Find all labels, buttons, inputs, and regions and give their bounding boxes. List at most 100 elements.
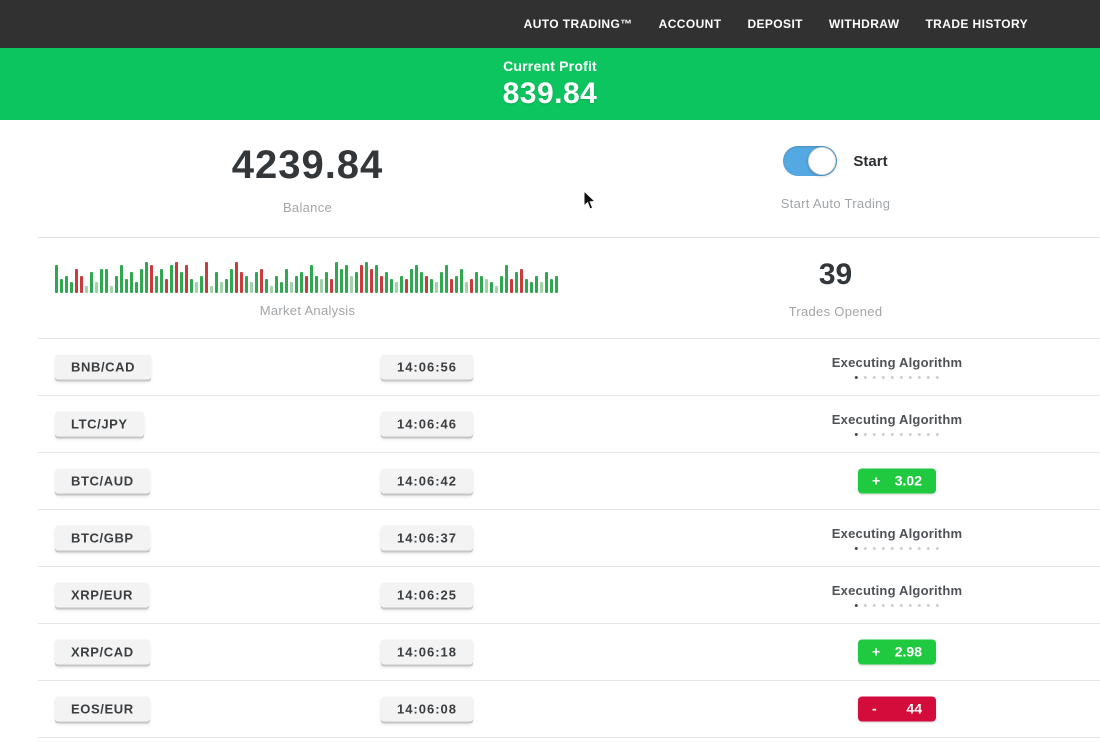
progress-dot — [891, 547, 894, 550]
market-bar — [395, 282, 398, 292]
market-bar — [340, 269, 343, 293]
progress-dot — [909, 547, 912, 550]
market-bar — [520, 269, 523, 293]
progress-dot — [891, 604, 894, 607]
progress-dot — [909, 376, 912, 379]
market-bar — [65, 276, 68, 293]
progress-dot — [909, 433, 912, 436]
trade-status: -44 — [858, 696, 936, 721]
market-bar — [200, 276, 203, 293]
progress-dot — [918, 376, 921, 379]
market-bar — [500, 276, 503, 293]
progress-dot — [900, 547, 903, 550]
market-bar — [360, 265, 363, 292]
market-bar — [240, 272, 243, 292]
progress-dot — [864, 433, 867, 436]
market-bar — [475, 272, 478, 292]
trade-status: +3.02 — [858, 468, 936, 493]
market-bar — [120, 265, 123, 292]
trade-time: 14:06:42 — [381, 468, 473, 493]
nav-item-withdraw[interactable]: WITHDRAW — [829, 17, 900, 31]
market-analysis-chart — [55, 259, 560, 293]
progress-dot — [927, 547, 930, 550]
market-bar — [545, 272, 548, 292]
market-analysis-label: Market Analysis — [260, 303, 356, 318]
app-window: AUTO TRADING™ ACCOUNT DEPOSIT WITHDRAW TRADE… — [0, 0, 1100, 742]
market-bar — [135, 282, 138, 292]
market-bar — [230, 269, 233, 293]
nav-item-trade-history[interactable]: TRADE HISTORY — [925, 17, 1028, 31]
result-badge-profit: +2.98 — [858, 639, 936, 664]
navbar-menu: AUTO TRADING™ ACCOUNT DEPOSIT WITHDRAW TRADE… — [498, 17, 1028, 31]
market-bar — [335, 262, 338, 293]
progress-dot — [927, 604, 930, 607]
market-bar — [370, 269, 373, 293]
progress-dot — [864, 604, 867, 607]
market-bar — [435, 282, 438, 292]
market-bar — [255, 272, 258, 292]
market-bar — [220, 282, 223, 292]
balance-section: 4239.84 Balance Start Start Auto Trading — [0, 120, 1100, 237]
pair-badge: LTC/JPY — [55, 411, 144, 436]
auto-trading-toggle[interactable] — [783, 146, 837, 176]
progress-dot — [882, 433, 885, 436]
market-bar — [170, 265, 173, 292]
trade-row: XRP/EUR14:06:25Executing Algorithm — [0, 566, 1100, 623]
pair-badge: XRP/EUR — [55, 582, 149, 607]
market-bar — [155, 276, 158, 293]
market-bar — [250, 282, 253, 292]
progress-dot — [918, 604, 921, 607]
profit-banner: Current Profit 839.84 — [0, 48, 1100, 120]
nav-item-deposit[interactable]: DEPOSIT — [747, 17, 802, 31]
market-bar — [385, 272, 388, 292]
market-bar — [145, 262, 148, 293]
progress-dots — [832, 547, 962, 550]
result-sign: + — [872, 473, 880, 489]
result-badge-profit: +3.02 — [858, 468, 936, 493]
market-bar — [260, 269, 263, 293]
progress-dot — [918, 433, 921, 436]
market-bar — [440, 272, 443, 292]
progress-dot — [936, 547, 939, 550]
progress-dot — [891, 433, 894, 436]
pair-badge: XRP/CAD — [55, 639, 150, 664]
market-bar — [70, 282, 73, 292]
market-bar — [140, 269, 143, 293]
market-bar — [470, 279, 473, 293]
market-bar — [95, 282, 98, 292]
progress-dot — [891, 376, 894, 379]
progress-dot — [873, 604, 876, 607]
trade-row: EOS/EUR14:06:08-44 — [0, 680, 1100, 737]
progress-dot — [882, 604, 885, 607]
progress-dot — [873, 433, 876, 436]
progress-dot — [909, 604, 912, 607]
nav-item-account[interactable]: ACCOUNT — [659, 17, 722, 31]
market-bar — [160, 269, 163, 293]
balance-value: 4239.84 — [232, 143, 384, 188]
pair-badge: BNB/CAD — [55, 354, 151, 379]
progress-dots — [832, 376, 962, 379]
market-bar — [425, 276, 428, 293]
trade-time: 14:06:37 — [381, 525, 473, 550]
progress-dot — [927, 433, 930, 436]
trade-status: Executing Algorithm — [832, 355, 962, 379]
market-bar — [55, 265, 58, 292]
progress-dots — [832, 433, 962, 436]
market-bar — [225, 279, 228, 293]
market-bar — [205, 262, 208, 293]
trade-status: +2.98 — [858, 639, 936, 664]
market-bar — [460, 269, 463, 293]
market-bar — [445, 265, 448, 292]
toggle-knob — [808, 147, 836, 175]
market-bar — [480, 276, 483, 293]
result-value: 44 — [906, 701, 922, 717]
executing-label: Executing Algorithm — [832, 526, 962, 541]
nav-item-auto-trading[interactable]: AUTO TRADING™ — [524, 17, 633, 31]
market-bar — [410, 269, 413, 293]
market-bar — [490, 282, 493, 292]
progress-dot — [900, 376, 903, 379]
market-bar — [405, 279, 408, 293]
market-bar — [90, 272, 93, 292]
progress-dot — [864, 547, 867, 550]
progress-dot — [882, 376, 885, 379]
